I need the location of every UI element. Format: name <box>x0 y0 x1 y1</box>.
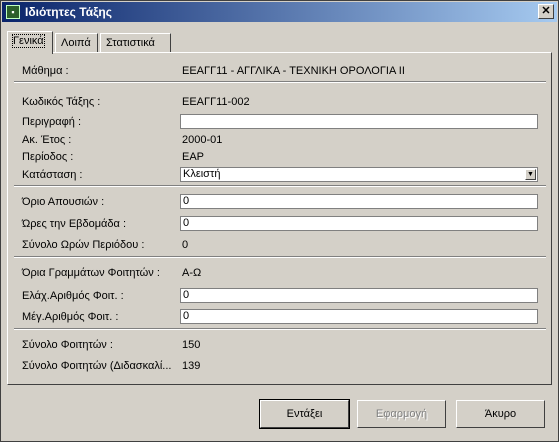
tab-statistics[interactable]: Στατιστικά <box>100 33 171 53</box>
code-value: ΕΕΑΓΓ11-002 <box>182 96 250 108</box>
total-taught-value: 139 <box>182 360 201 372</box>
total-students-value: 150 <box>182 339 201 351</box>
max-students-input[interactable]: 0 <box>180 309 538 324</box>
year-label: Ακ. Έτος : <box>22 134 72 146</box>
separator <box>14 328 546 330</box>
app-icon: ▪ <box>6 5 20 19</box>
period-label: Περίοδος : <box>22 151 74 163</box>
tab-label: Στατιστικά <box>106 37 155 49</box>
absence-input[interactable]: 0 <box>180 194 538 209</box>
course-label: Μάθημα : <box>22 65 69 77</box>
letters-label: Όρια Γραμμάτων Φοιτητών : <box>22 267 160 279</box>
tab-other[interactable]: Λοιπά <box>55 33 98 53</box>
total-students-label: Σύνολο Φοιτητών : <box>22 339 113 351</box>
absence-label: Όριο Απουσιών : <box>22 196 105 208</box>
status-selected-value: Κλειστή <box>183 168 221 180</box>
separator <box>14 256 546 258</box>
letters-value: Α-Ω <box>182 267 202 279</box>
separator <box>14 185 546 187</box>
properties-dialog: ▪ Ιδιότητες Τάξης ✕ Γενικά Λοιπά Στατιστ… <box>0 0 559 442</box>
ok-button[interactable]: Εντάξει <box>259 399 350 429</box>
title-bar[interactable]: ▪ Ιδιότητες Τάξης ✕ <box>2 2 557 22</box>
weekly-hours-label: Ώρες την Εβδομάδα : <box>22 218 127 230</box>
tab-general[interactable]: Γενικά <box>7 31 53 54</box>
code-label: Κωδικός Τάξης : <box>22 96 101 108</box>
description-label: Περιγραφή : <box>22 116 82 128</box>
window-title: Ιδιότητες Τάξης <box>25 5 112 19</box>
status-label: Κατάσταση : <box>22 169 83 181</box>
cancel-button[interactable]: Άκυρο <box>456 400 545 428</box>
apply-button[interactable]: Εφαρμογή <box>357 400 446 428</box>
close-button[interactable]: ✕ <box>538 4 554 19</box>
description-input[interactable] <box>180 114 538 129</box>
general-panel: Μάθημα : ΕΕΑΓΓ11 - ΑΓΓΛΙΚΑ - ΤΕΧΝΙΚΗ ΟΡΟ… <box>7 52 552 385</box>
period-value: ΕΑΡ <box>182 151 205 163</box>
year-value: 2000-01 <box>182 134 223 146</box>
chevron-down-icon[interactable]: ▼ <box>525 169 536 180</box>
status-select[interactable]: Κλειστή ▼ <box>180 167 538 182</box>
tab-label: Γενικά <box>12 34 45 48</box>
total-hours-value: 0 <box>182 239 189 251</box>
min-students-input[interactable]: 0 <box>180 288 538 303</box>
tab-label: Λοιπά <box>61 37 91 49</box>
separator <box>14 81 546 83</box>
course-value: ΕΕΑΓΓ11 - ΑΓΓΛΙΚΑ - ΤΕΧΝΙΚΗ ΟΡΟΛΟΓΙΑ ΙΙ <box>182 65 405 77</box>
max-students-label: Μέγ.Αριθμός Φοιτ. : <box>22 311 119 323</box>
weekly-hours-input[interactable]: 0 <box>180 216 538 231</box>
total-hours-label: Σύνολο Ωρών Περιόδου : <box>22 239 145 251</box>
min-students-label: Ελάχ.Αριθμός Φοιτ. : <box>22 290 124 302</box>
total-taught-label: Σύνολο Φοιτητών (Διδασκαλί... <box>22 360 172 372</box>
